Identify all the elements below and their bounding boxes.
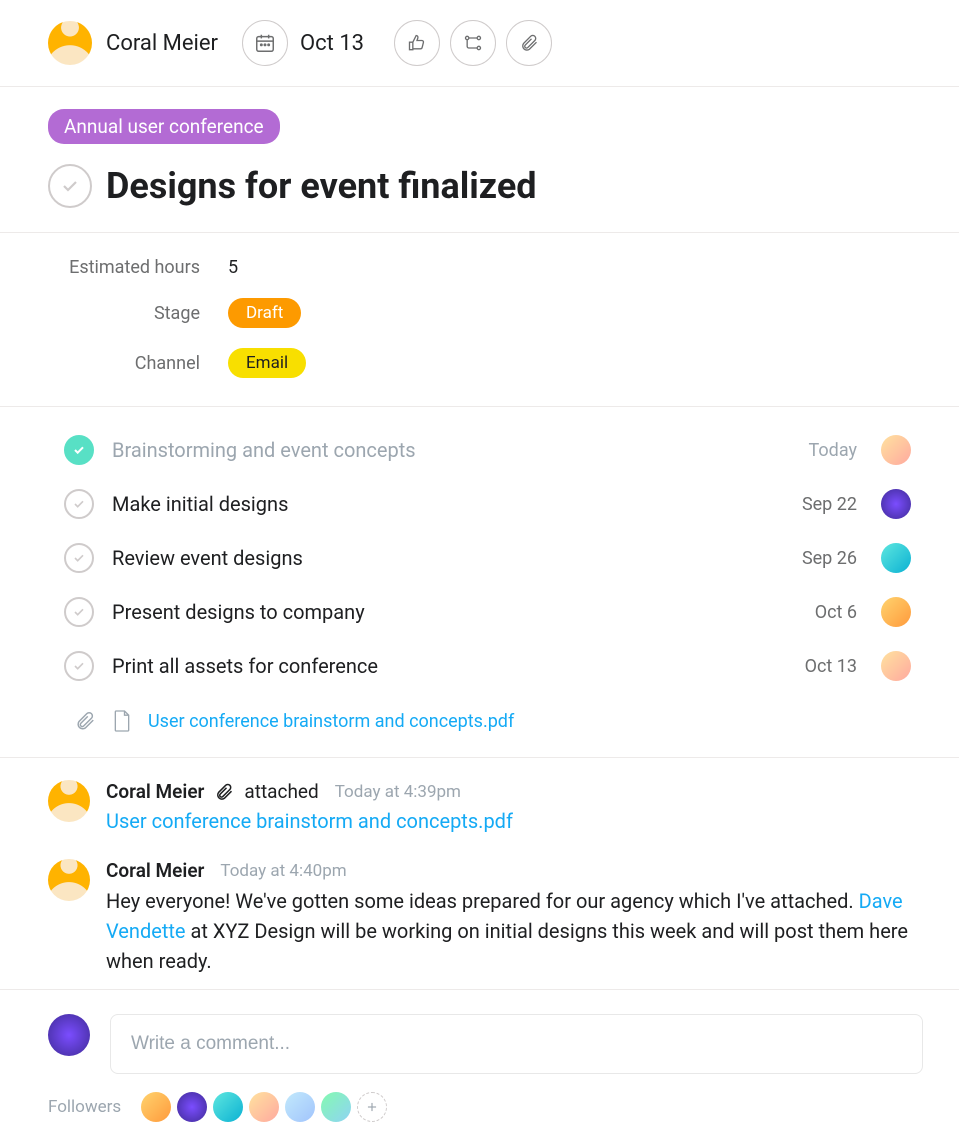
comment-text-part: Hey everyone! We've gotten some ideas pr…: [106, 889, 859, 913]
followers-row: Followers: [48, 1092, 923, 1122]
comment-input[interactable]: [110, 1014, 923, 1074]
actor-name[interactable]: Coral Meier: [106, 859, 204, 882]
activity-timestamp: Today at 4:39pm: [335, 782, 461, 802]
subtask-assignee-avatar[interactable]: [881, 543, 911, 573]
subtask-date: Today: [809, 440, 857, 461]
attachment-row[interactable]: User conference brainstorm and concepts.…: [64, 693, 911, 737]
subtask-title: Brainstorming and event concepts: [112, 438, 791, 462]
subtask-row[interactable]: Present designs to company Oct 6: [64, 585, 911, 639]
assignee-avatar[interactable]: [48, 21, 92, 65]
complete-toggle[interactable]: [48, 164, 92, 208]
add-follower-button[interactable]: [357, 1092, 387, 1122]
subtask-date: Oct 6: [815, 602, 857, 623]
comment-body: Hey everyone! We've gotten some ideas pr…: [106, 886, 911, 976]
actor-avatar[interactable]: [48, 859, 90, 901]
project-pill[interactable]: Annual user conference: [48, 109, 280, 144]
follower-stack: [141, 1092, 387, 1122]
title-section: Annual user conference Designs for event…: [0, 87, 959, 233]
activity-attachment-link[interactable]: User conference brainstorm and concepts.…: [106, 809, 513, 833]
check-icon[interactable]: [64, 543, 94, 573]
task-header: Coral Meier Oct 13: [0, 0, 959, 87]
subtask-title: Review event designs: [112, 546, 784, 570]
follower-avatar[interactable]: [249, 1092, 279, 1122]
subtasks-icon[interactable]: [450, 20, 496, 66]
subtask-date: Oct 13: [805, 656, 857, 677]
subtask-assignee-avatar[interactable]: [881, 651, 911, 681]
follower-avatar[interactable]: [321, 1092, 351, 1122]
task-title[interactable]: Designs for event finalized: [106, 165, 537, 207]
action-text: attached: [244, 780, 318, 803]
assignee-name[interactable]: Coral Meier: [106, 31, 218, 56]
activity-item: Coral Meier attached Today at 4:39pm Use…: [48, 780, 911, 833]
activity-item: Coral Meier Today at 4:40pm Hey everyone…: [48, 859, 911, 976]
subtask-row[interactable]: Brainstorming and event concepts Today: [64, 423, 911, 477]
current-user-avatar[interactable]: [48, 1014, 90, 1056]
thumbs-up-icon[interactable]: [394, 20, 440, 66]
field-value-channel[interactable]: Email: [228, 348, 306, 378]
attachment-icon[interactable]: [506, 20, 552, 66]
field-value-hours[interactable]: 5: [228, 257, 911, 278]
due-date-text: Oct 13: [300, 31, 364, 56]
subtask-assignee-avatar[interactable]: [881, 435, 911, 465]
subtask-title: Make initial designs: [112, 492, 784, 516]
actor-avatar[interactable]: [48, 780, 90, 822]
field-label-channel: Channel: [48, 353, 228, 374]
attachment-link[interactable]: User conference brainstorm and concepts.…: [148, 711, 514, 732]
field-label-stage: Stage: [48, 303, 228, 324]
subtask-title: Print all assets for conference: [112, 654, 787, 678]
check-icon[interactable]: [64, 597, 94, 627]
custom-fields: Estimated hours 5 Stage Draft Channel Em…: [0, 233, 959, 407]
check-icon[interactable]: [64, 435, 94, 465]
composer-section: Followers: [0, 989, 959, 1140]
check-icon[interactable]: [64, 489, 94, 519]
subtasks-section: Brainstorming and event concepts Today M…: [0, 407, 959, 758]
follower-avatar[interactable]: [141, 1092, 171, 1122]
field-value-stage[interactable]: Draft: [228, 298, 301, 328]
file-icon: [112, 709, 132, 733]
due-date[interactable]: Oct 13: [242, 20, 380, 66]
subtask-assignee-avatar[interactable]: [881, 489, 911, 519]
paperclip-icon: [74, 710, 96, 732]
subtask-assignee-avatar[interactable]: [881, 597, 911, 627]
paperclip-icon: [214, 782, 234, 802]
actor-name[interactable]: Coral Meier: [106, 780, 204, 803]
activity-timestamp: Today at 4:40pm: [220, 861, 346, 881]
header-actions: [394, 20, 552, 66]
subtask-title: Present designs to company: [112, 600, 797, 624]
subtask-date: Sep 22: [802, 494, 857, 515]
calendar-icon: [242, 20, 288, 66]
subtask-row[interactable]: Make initial designs Sep 22: [64, 477, 911, 531]
subtask-row[interactable]: Print all assets for conference Oct 13: [64, 639, 911, 693]
check-icon[interactable]: [64, 651, 94, 681]
follower-avatar[interactable]: [177, 1092, 207, 1122]
follower-avatar[interactable]: [213, 1092, 243, 1122]
comment-text-part: at XYZ Design will be working on initial…: [106, 919, 908, 973]
subtask-row[interactable]: Review event designs Sep 26: [64, 531, 911, 585]
follower-avatar[interactable]: [285, 1092, 315, 1122]
followers-label: Followers: [48, 1097, 121, 1117]
subtask-date: Sep 26: [802, 548, 857, 569]
field-label-hours: Estimated hours: [48, 257, 228, 278]
